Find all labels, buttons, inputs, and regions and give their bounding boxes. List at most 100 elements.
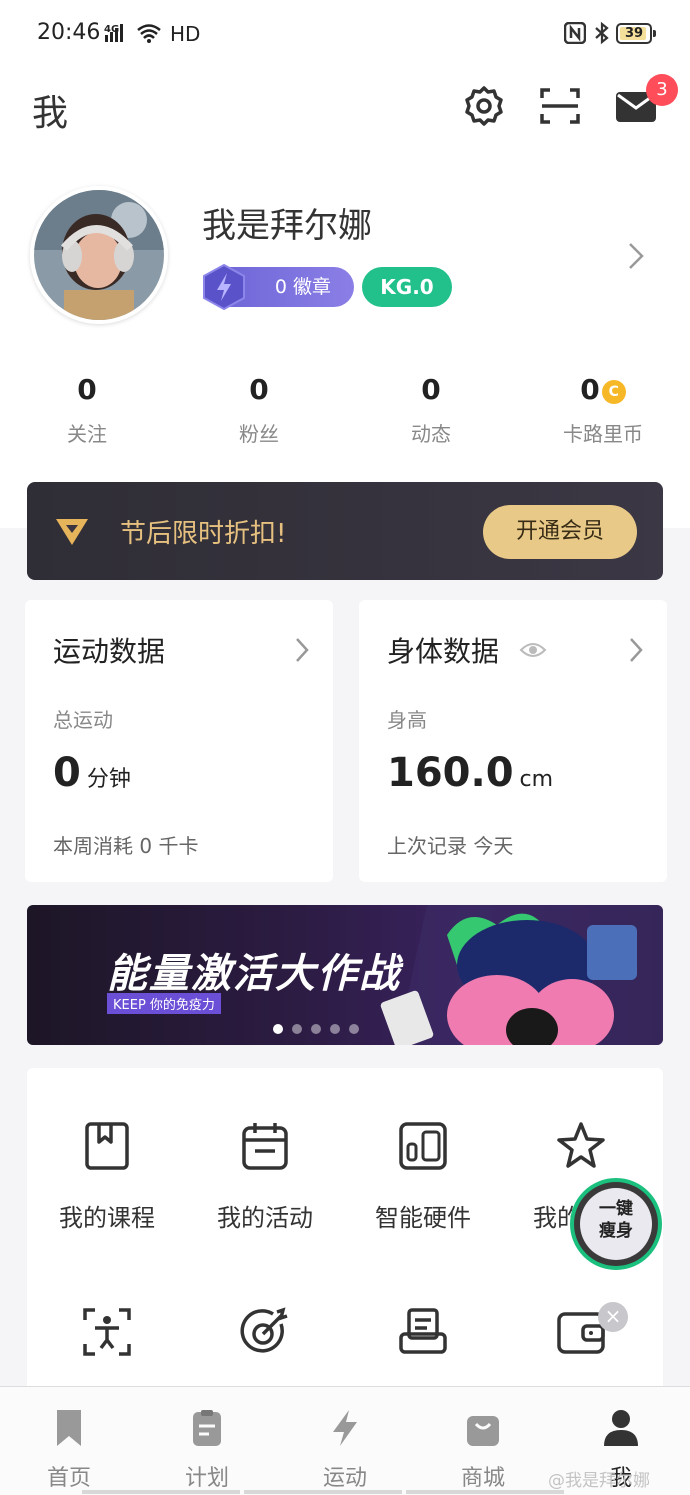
- stat-label: 卡路里币: [563, 422, 643, 446]
- tool-wallet[interactable]: [501, 1306, 661, 1362]
- tab-label: 商城: [460, 1466, 505, 1491]
- promo-title: 能量激活大作战: [107, 951, 401, 997]
- level-badge[interactable]: KG.0: [362, 267, 452, 307]
- card-value-row: 0 分钟: [53, 750, 131, 796]
- sport-data-card[interactable]: 运动数据 总运动 0 分钟 本周消耗 0 千卡: [25, 600, 333, 882]
- battery-indicator: 39: [616, 23, 656, 44]
- tab-shop[interactable]: 商城: [433, 1408, 533, 1492]
- carousel-dots[interactable]: [273, 1019, 368, 1038]
- print-icon: [399, 1308, 447, 1354]
- stat-label: 关注: [67, 422, 107, 446]
- card-value: 0: [53, 750, 81, 796]
- float-label-line1: 一键: [599, 1199, 633, 1219]
- battery-level: 39: [624, 26, 644, 41]
- stat-value: 0: [249, 373, 269, 406]
- body-data-card[interactable]: 身体数据 身高 160.0 cm 上次记录 今天: [359, 600, 667, 882]
- watermark: @我是拜尔娜: [548, 1471, 650, 1491]
- target-icon: [240, 1307, 288, 1353]
- avatar-image: [34, 190, 164, 320]
- carousel-dot[interactable]: [273, 1024, 283, 1034]
- lightning-badge-icon: [203, 263, 245, 311]
- star-icon: [557, 1122, 605, 1168]
- stat-value-row: 0C: [528, 370, 678, 410]
- diamond-icon: [56, 519, 88, 545]
- carousel-dot[interactable]: [292, 1024, 302, 1034]
- stat-posts[interactable]: 0 动态: [356, 370, 506, 447]
- wifi-label: HD: [170, 22, 201, 46]
- card-value: 160.0: [387, 750, 514, 796]
- mail-badge: 3: [646, 74, 678, 106]
- card-unit: cm: [519, 767, 554, 792]
- scan-icon[interactable]: [538, 84, 582, 128]
- nfc-icon: [564, 22, 586, 44]
- tab-label: 运动: [322, 1466, 367, 1491]
- tool-label: 智能硬件: [375, 1204, 471, 1232]
- promo-subtitle: KEEP 你的免疫力: [107, 993, 221, 1014]
- vip-promo-text: 节后限时折扣!: [120, 519, 287, 549]
- status-bar: 20:46 4G HD 39: [0, 0, 690, 68]
- page-title: 我: [32, 93, 69, 134]
- tool-label: 我的课程: [59, 1204, 155, 1232]
- plan-icon: [193, 1410, 221, 1446]
- username[interactable]: 我是拜尔娜: [202, 198, 372, 247]
- avatar[interactable]: [30, 186, 168, 324]
- card-title: 运动数据: [53, 635, 166, 668]
- settings-icon[interactable]: [462, 84, 506, 128]
- card-value-row: 160.0 cm: [387, 750, 553, 796]
- bookmark-icon: [57, 1410, 81, 1446]
- open-membership-button[interactable]: 开通会员: [483, 505, 637, 559]
- tool-smart-hardware[interactable]: 智能硬件: [343, 1120, 503, 1233]
- status-time: 20:46: [37, 20, 101, 45]
- book-icon: [85, 1122, 129, 1170]
- tab-label: 首页: [46, 1466, 91, 1491]
- tools-grid: 我的课程 我的活动 智能硬件 我的: [27, 1068, 663, 1398]
- card-subtitle: 身高: [387, 708, 427, 732]
- carousel-dot[interactable]: [330, 1024, 340, 1034]
- body-scan-icon: [83, 1308, 131, 1356]
- carousel-dot[interactable]: [349, 1024, 359, 1034]
- tab-home[interactable]: 首页: [19, 1408, 119, 1492]
- stat-label: 动态: [411, 422, 451, 446]
- stat-followers[interactable]: 0 粉丝: [184, 370, 334, 447]
- gesture-bar: [82, 1490, 240, 1494]
- chevron-right-icon[interactable]: [626, 240, 646, 272]
- badge-label: 0 徽章: [274, 276, 332, 298]
- lightning-icon: [333, 1410, 357, 1446]
- tab-plan[interactable]: 计划: [157, 1408, 257, 1492]
- chevron-right-icon: [630, 638, 643, 662]
- person-icon: [604, 1410, 638, 1446]
- calendar-icon: [242, 1123, 288, 1170]
- one-click-slim-label[interactable]: 一键 瘦身: [580, 1188, 652, 1260]
- carousel-dot[interactable]: [311, 1024, 321, 1034]
- eye-icon[interactable]: [519, 640, 547, 660]
- bluetooth-icon: [595, 21, 609, 45]
- stat-label: 粉丝: [239, 422, 279, 446]
- float-label-line2: 瘦身: [599, 1221, 633, 1241]
- tool-records[interactable]: [343, 1306, 503, 1362]
- gesture-bar: [244, 1490, 402, 1494]
- tab-sport[interactable]: 运动: [295, 1408, 395, 1492]
- stat-calorie-coins[interactable]: 0C 卡路里币: [528, 370, 678, 447]
- signal-icon: 4G: [104, 24, 161, 43]
- shop-bag-icon: [467, 1416, 499, 1446]
- card-title: 身体数据: [387, 635, 500, 668]
- close-icon[interactable]: ×: [598, 1302, 628, 1332]
- tool-my-courses[interactable]: 我的课程: [27, 1120, 187, 1233]
- card-footer: 本周消耗 0 千卡: [53, 834, 199, 858]
- tool-goal[interactable]: [185, 1306, 345, 1362]
- tool-label: 我的活动: [217, 1204, 313, 1232]
- tool-my-activities[interactable]: 我的活动: [185, 1120, 345, 1233]
- card-unit: 分钟: [86, 767, 131, 792]
- stat-value: 0: [580, 373, 600, 406]
- card-footer: 上次记录 今天: [387, 834, 514, 858]
- gesture-bar: [406, 1490, 564, 1494]
- promo-banner[interactable]: 能量激活大作战 KEEP 你的免疫力: [27, 905, 663, 1045]
- tab-label: 计划: [184, 1466, 229, 1491]
- stat-following[interactable]: 0 关注: [12, 370, 162, 447]
- coin-icon: C: [601, 380, 626, 404]
- chevron-right-icon: [296, 638, 309, 662]
- stat-value: 0: [421, 373, 441, 406]
- stat-value: 0: [77, 373, 97, 406]
- card-subtitle: 总运动: [53, 708, 113, 732]
- tool-body-scan[interactable]: [27, 1306, 187, 1362]
